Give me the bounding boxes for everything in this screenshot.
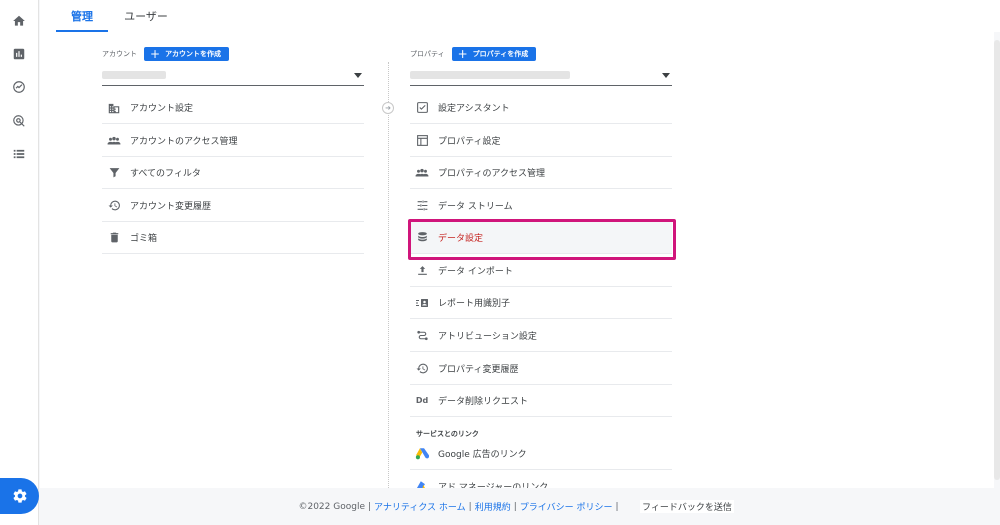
menu-item-label: 設定アシスタント [438, 104, 510, 114]
menu-item-label: プロパティ変更履歴 [438, 365, 519, 375]
plus-icon: + [457, 47, 468, 61]
history-icon [106, 198, 122, 214]
create-property-button-label: プロパティを作成 [472, 50, 529, 58]
menu-item-label: プロパティ設定 [438, 137, 501, 147]
send-feedback-button[interactable]: フィードバックを送信 [640, 500, 734, 513]
people-icon [414, 165, 430, 181]
menu-item-label: ゴミ箱 [130, 234, 158, 244]
top-tabs: 管理 ユーザー [40, 0, 1000, 32]
menu-item-label: すべてのフィルタ [130, 169, 201, 179]
menu-item-label: データ削除リクエスト [438, 397, 529, 407]
people-icon [106, 133, 122, 149]
history-icon [414, 361, 430, 377]
property-header: プロパティ + プロパティを作成 [410, 47, 537, 61]
create-account-button-label: アカウントを作成 [165, 50, 222, 58]
upload-icon [414, 263, 430, 279]
scrollbar[interactable] [994, 40, 1000, 480]
menu-item-label: Google 広告のリンク [438, 450, 527, 460]
menu-item-label: アカウント変更履歴 [130, 202, 212, 212]
admin-panel: アカウント + アカウントを作成 アカウント設定 アカウントのアクセス管理 すべ… [40, 32, 994, 488]
home-icon[interactable] [10, 12, 28, 30]
account-item-filters[interactable]: すべてのフィルタ [102, 157, 364, 189]
property-item-attribution[interactable]: アトリビューション設定 [410, 320, 672, 352]
layout-icon [414, 133, 430, 149]
account-item-change-history[interactable]: アカウント変更履歴 [102, 190, 364, 222]
building-icon [106, 100, 122, 116]
explore-icon[interactable] [10, 78, 28, 96]
create-account-button[interactable]: + アカウントを作成 [144, 47, 230, 61]
footer-link-terms[interactable]: 利用規約 [475, 500, 511, 513]
property-item-setup-assistant[interactable]: 設定アシスタント [410, 92, 672, 124]
property-link-google-ads[interactable]: Google 広告のリンク [410, 438, 672, 470]
account-name-redacted [102, 70, 166, 79]
property-item-access[interactable]: プロパティのアクセス管理 [410, 157, 672, 189]
property-label: プロパティ [410, 50, 445, 58]
arrow-right-icon: ➜ [382, 102, 394, 114]
checkbox-icon [414, 100, 430, 116]
highlight-annotation-box [408, 219, 676, 260]
trash-icon [106, 230, 122, 246]
chevron-down-icon [354, 73, 362, 78]
streams-icon [414, 198, 430, 214]
account-label: アカウント [102, 50, 137, 58]
plus-icon: + [150, 47, 161, 61]
google-ads-icon [414, 446, 430, 462]
ad-manager-icon [414, 478, 430, 488]
chevron-down-icon [662, 73, 670, 78]
property-selector[interactable] [410, 64, 672, 86]
property-link-ad-manager[interactable]: アド マネージャーのリンク [410, 470, 672, 488]
menu-item-label: アトリビューション設定 [438, 332, 537, 342]
tab-users[interactable]: ユーザー [118, 0, 174, 32]
configure-icon[interactable] [10, 145, 28, 163]
property-item-data-streams[interactable]: データ ストリーム [410, 190, 672, 222]
tab-admin[interactable]: 管理 [56, 0, 108, 32]
menu-item-label: アカウント設定 [130, 104, 194, 114]
property-item-data-import[interactable]: データ インポート [410, 255, 672, 287]
footer-link-analytics-home[interactable]: アナリティクス ホーム [374, 500, 466, 513]
create-property-button[interactable]: + プロパティを作成 [451, 47, 537, 61]
menu-item-label: データ インポート [438, 267, 513, 277]
attribution-icon [414, 328, 430, 344]
property-item-data-deletion[interactable]: Dd データ削除リクエスト [410, 385, 672, 417]
menu-item-label: アカウントのアクセス管理 [130, 137, 238, 147]
column-divider [388, 62, 389, 488]
account-selector[interactable] [102, 64, 364, 86]
property-item-settings[interactable]: プロパティ設定 [410, 125, 672, 157]
dd-icon: Dd [415, 396, 429, 405]
nav-rail [0, 0, 39, 525]
property-name-redacted [410, 70, 570, 79]
footer-link-privacy[interactable]: プライバシー ポリシー [520, 500, 613, 513]
gear-icon[interactable] [0, 478, 39, 514]
account-header: アカウント + アカウントを作成 [102, 47, 230, 61]
account-item-access[interactable]: アカウントのアクセス管理 [102, 125, 364, 157]
filter-icon [106, 165, 122, 181]
advertising-icon[interactable] [10, 112, 28, 130]
property-item-change-history[interactable]: プロパティ変更履歴 [410, 353, 672, 385]
footer: ©2022 Google | アナリティクス ホーム | 利用規約 | プライバ… [298, 500, 619, 514]
account-item-trash[interactable]: ゴミ箱 [102, 222, 364, 254]
account-item-settings[interactable]: アカウント設定 [102, 92, 364, 124]
menu-item-label: プロパティのアクセス管理 [438, 169, 546, 179]
menu-item-label: レポート用識別子 [438, 299, 511, 309]
menu-item-label: アド マネージャーのリンク [438, 482, 549, 489]
property-item-reporting-identity[interactable]: レポート用識別子 [410, 287, 672, 319]
copyright: ©2022 Google [298, 501, 365, 512]
menu-item-label: データ ストリーム [438, 202, 513, 212]
reports-icon[interactable] [10, 45, 28, 63]
identity-icon [414, 295, 430, 311]
